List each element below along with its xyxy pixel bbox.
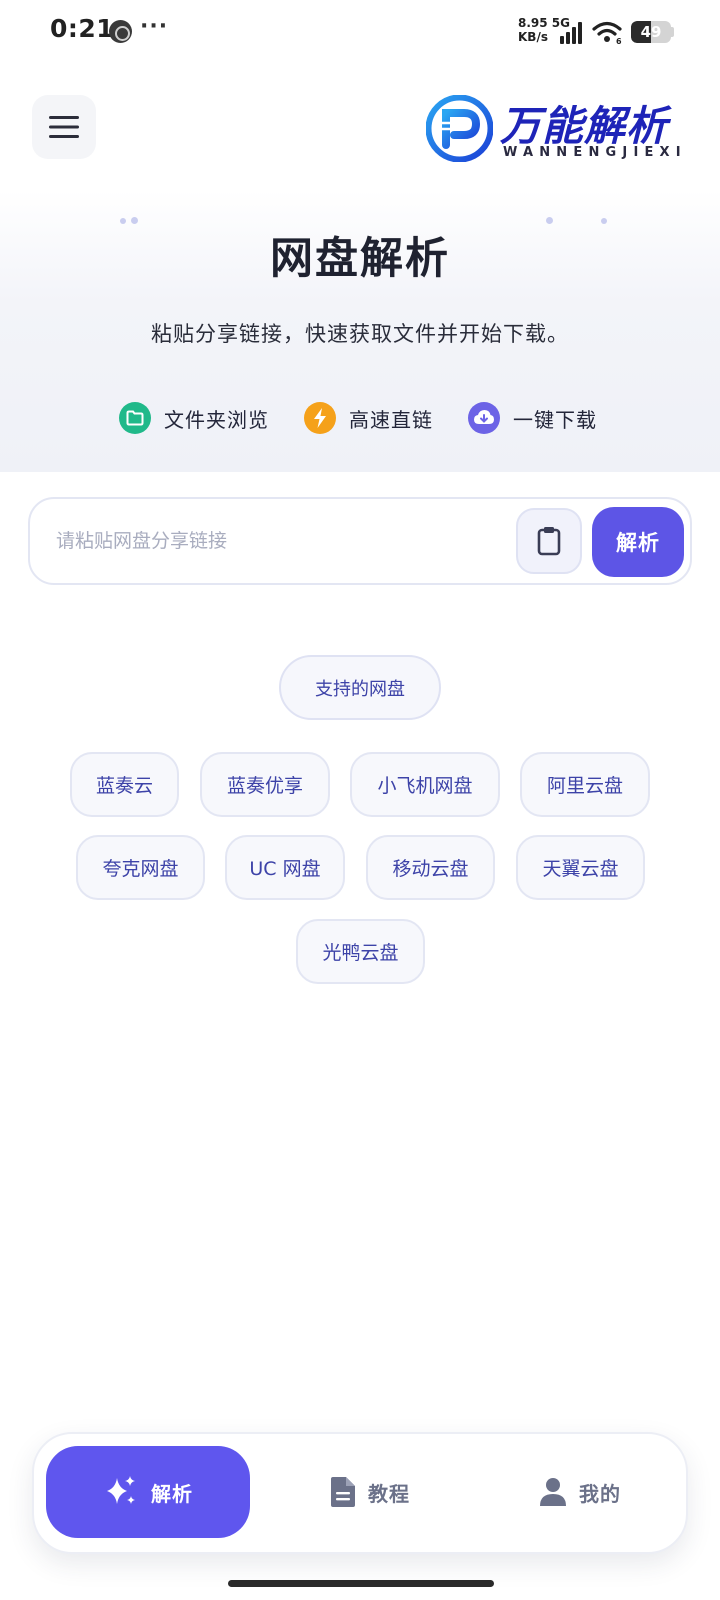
logo-title: 万能解析 bbox=[500, 102, 668, 150]
battery-level: 49 bbox=[640, 23, 662, 41]
battery-cap bbox=[671, 27, 674, 37]
wifi-icon: 6 bbox=[592, 21, 622, 44]
sparkle-icon bbox=[107, 1476, 135, 1504]
supported-disks-title: 支持的网盘 bbox=[279, 655, 441, 720]
disk-chip-uc[interactable]: UC 网盘 bbox=[225, 835, 345, 900]
document-icon bbox=[331, 1477, 355, 1507]
bottom-navigation: 解析 教程 我的 bbox=[32, 1432, 688, 1554]
feature-label: 高速直链 bbox=[349, 407, 433, 432]
lightning-icon bbox=[304, 402, 336, 434]
nav-label: 教程 bbox=[368, 1481, 410, 1506]
nav-tab-tutorial[interactable]: 教程 bbox=[270, 1446, 470, 1538]
disk-chip-lanzou-youxiang[interactable]: 蓝奏优享 bbox=[200, 752, 330, 817]
disk-chip-yidong[interactable]: 移动云盘 bbox=[366, 835, 495, 900]
folder-icon bbox=[119, 402, 151, 434]
user-icon bbox=[540, 1478, 566, 1506]
status-time: 0:21 bbox=[50, 14, 115, 43]
logo-subtitle: WANNENGJIEXI bbox=[503, 145, 687, 160]
home-indicator[interactable] bbox=[228, 1580, 494, 1587]
disk-chip-aliyun[interactable]: 阿里云盘 bbox=[520, 752, 650, 817]
feature-fast-link: 高速直链 bbox=[304, 401, 433, 435]
disk-chip-lanzouyun[interactable]: 蓝奏云 bbox=[70, 752, 179, 817]
clipboard-icon bbox=[537, 527, 561, 556]
page-title: 网盘解析 bbox=[270, 234, 450, 284]
decorative-dot bbox=[131, 217, 138, 224]
nav-label: 我的 bbox=[579, 1481, 621, 1506]
status-bar: 0:21 ··· 8.95 5G KB/s 6 49 bbox=[0, 0, 720, 64]
disk-chip-xiaofeiji[interactable]: 小飞机网盘 bbox=[350, 752, 500, 817]
hamburger-icon bbox=[49, 116, 79, 138]
share-link-search-box: 解析 bbox=[28, 497, 692, 585]
decorative-dot bbox=[546, 217, 553, 224]
paste-button[interactable] bbox=[516, 508, 582, 574]
notification-app-icon bbox=[109, 20, 132, 43]
nav-tab-parse[interactable]: 解析 bbox=[46, 1446, 250, 1538]
nav-tab-mine[interactable]: 我的 bbox=[482, 1446, 678, 1538]
feature-one-click-download: 一键下载 bbox=[468, 401, 597, 435]
signal-icon bbox=[560, 22, 586, 44]
feature-label: 一键下载 bbox=[513, 407, 597, 432]
disk-chip-guangya[interactable]: 光鸭云盘 bbox=[296, 919, 425, 984]
page-subtitle: 粘贴分享链接，快速获取文件并开始下载。 bbox=[151, 322, 569, 346]
menu-button[interactable] bbox=[32, 95, 96, 159]
disk-chip-tianyi[interactable]: 天翼云盘 bbox=[516, 835, 645, 900]
disk-chip-quark[interactable]: 夸克网盘 bbox=[76, 835, 205, 900]
cloud-download-icon bbox=[468, 402, 500, 434]
svg-text:6: 6 bbox=[616, 37, 622, 44]
share-link-input[interactable] bbox=[56, 517, 506, 565]
feature-label: 文件夹浏览 bbox=[164, 407, 269, 432]
logo-icon bbox=[426, 95, 493, 162]
feature-folder-browse: 文件夹浏览 bbox=[119, 401, 269, 435]
battery-icon: 49 bbox=[631, 21, 671, 43]
more-notifications-icon: ··· bbox=[140, 14, 169, 39]
nav-label: 解析 bbox=[151, 1481, 193, 1506]
parse-button[interactable]: 解析 bbox=[592, 507, 684, 577]
